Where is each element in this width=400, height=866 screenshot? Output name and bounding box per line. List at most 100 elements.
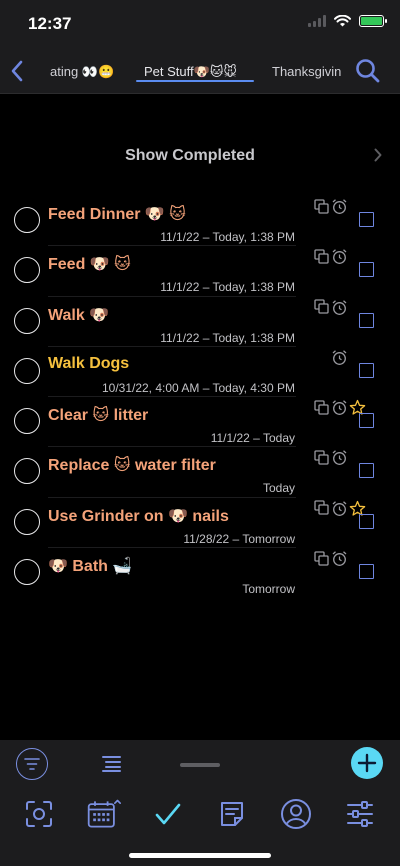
task-title: 🐶 Bath 🛁 [48, 558, 133, 576]
drag-handle[interactable] [180, 763, 220, 767]
task-date: Today [262, 481, 295, 496]
status-bar: 12:37 [0, 0, 400, 48]
task-title: Use Grinder on 🐶 nails [48, 507, 229, 525]
alarm-clock-icon [332, 551, 347, 567]
chevron-right-icon [374, 148, 382, 162]
select-checkbox[interactable] [359, 262, 374, 278]
task-date: 11/1/22 – Today, 1:38 PM [160, 330, 295, 345]
alarm-clock-icon [332, 400, 347, 416]
show-completed-label: Show Completed [125, 147, 255, 164]
list-view-button[interactable] [100, 754, 124, 777]
nav-bar: ating 👀😬 Pet Stuff🐶🐱🐭 Thanksgivin [0, 48, 400, 94]
alarm-clock-icon [332, 249, 347, 265]
list-icon [102, 756, 121, 772]
select-checkbox[interactable] [359, 362, 374, 378]
wifi-icon [334, 15, 351, 27]
task-row[interactable]: Walk 🐶 11/1/22 – Today, 1:38 PM [0, 297, 400, 347]
task-title: Feed 🐶 🐱 [48, 256, 131, 274]
task-row[interactable]: Clear 🐱 litter 11/1/22 – Today [0, 397, 400, 448]
alarm-clock-icon [332, 299, 347, 315]
settings-button[interactable] [342, 796, 378, 832]
search-button[interactable] [354, 57, 382, 85]
task-title: Walk 🐶 [48, 306, 110, 324]
copy-icon [314, 198, 329, 214]
calendar-icon [87, 799, 122, 828]
task-date: 10/31/22, 4:00 AM – Today, 4:30 PM [101, 380, 295, 395]
focus-button[interactable] [21, 796, 57, 832]
copy-icon [314, 249, 329, 264]
list-tabs: ating 👀😬 Pet Stuff🐶🐱🐭 Thanksgivin [30, 48, 346, 94]
status-icons [308, 15, 387, 27]
sliders-icon [347, 801, 373, 827]
show-completed-row[interactable]: Show Completed [0, 140, 400, 170]
task-row[interactable]: Feed 🐶 🐱 11/1/22 – Today, 1:38 PM [0, 246, 400, 297]
task-row[interactable]: Use Grinder on 🐶 nails 11/28/22 – Tomorr… [0, 498, 400, 549]
task-indicators [314, 299, 348, 316]
completed-button[interactable] [150, 796, 186, 832]
task-date: 11/1/22 – Today, 1:38 PM [160, 280, 295, 295]
calendar-button[interactable] [86, 796, 122, 832]
back-chevron-icon [11, 60, 23, 82]
tab-thanksgiving[interactable]: Thanksgivin [272, 64, 341, 79]
task-title: Walk Dogs [48, 354, 130, 372]
focus-scan-icon [26, 801, 52, 827]
copy-icon [314, 299, 329, 314]
note-icon [221, 802, 243, 826]
select-checkbox[interactable] [359, 564, 374, 580]
profile-button[interactable] [278, 796, 314, 832]
tab-previous[interactable]: ating 👀😬 [50, 64, 114, 80]
task-title: Replace 🐱 water filter [48, 457, 216, 475]
notes-button[interactable] [214, 796, 250, 832]
task-title: Clear 🐱 litter [48, 407, 149, 425]
search-icon [356, 59, 380, 83]
task-date: 11/28/22 – Tomorrow [183, 531, 295, 546]
add-task-button[interactable] [351, 747, 383, 779]
complete-circle-button[interactable] [14, 408, 40, 435]
task-date: Tomorrow [242, 582, 295, 597]
status-time: 12:37 [28, 14, 72, 33]
alarm-clock-icon [332, 350, 347, 365]
copy-icon [314, 500, 329, 515]
task-indicators [331, 349, 348, 366]
task-list: Feed Dinner 🐶 🐱 11/1/22 – Today, 1:38 PM… [0, 196, 400, 598]
alarm-clock-icon [332, 450, 347, 466]
filter-button[interactable] [16, 748, 48, 780]
complete-circle-button[interactable] [14, 257, 40, 284]
task-indicators [314, 449, 348, 466]
complete-circle-button[interactable] [14, 357, 40, 384]
back-button[interactable] [4, 56, 30, 86]
task-title: Feed Dinner 🐶 🐱 [48, 206, 186, 223]
copy-icon [314, 550, 329, 566]
select-checkbox[interactable] [359, 463, 374, 479]
complete-circle-button[interactable] [14, 559, 40, 586]
alarm-clock-icon [332, 501, 347, 516]
cellular-signal-icon [308, 15, 326, 27]
task-row[interactable]: Feed Dinner 🐶 🐱 11/1/22 – Today, 1:38 PM [0, 196, 400, 247]
complete-circle-button[interactable] [14, 307, 40, 334]
copy-icon [314, 450, 329, 465]
task-indicators [314, 248, 348, 265]
task-row[interactable]: Walk Dogs 10/31/22, 4:00 AM – Today, 4:3… [0, 347, 400, 398]
filter-icon [24, 758, 40, 770]
bottom-bar [0, 740, 400, 866]
task-indicators [314, 198, 348, 215]
select-checkbox[interactable] [359, 513, 374, 529]
select-checkbox[interactable] [359, 212, 374, 227]
active-tab-indicator [136, 80, 254, 82]
task-indicators [314, 550, 348, 567]
task-date: 11/1/22 – Today, 1:38 PM [160, 230, 295, 244]
task-row[interactable]: 🐶 Bath 🛁 Tomorrow [0, 548, 400, 598]
toolbar [0, 796, 400, 832]
complete-circle-button[interactable] [14, 207, 40, 233]
complete-circle-button[interactable] [14, 458, 40, 485]
alarm-clock-icon [332, 199, 347, 214]
checkmark-icon [155, 803, 181, 825]
tab-pet-stuff[interactable]: Pet Stuff🐶🐱🐭 [144, 64, 237, 80]
task-row[interactable]: Replace 🐱 water filter Today [0, 447, 400, 498]
person-icon [281, 799, 311, 829]
select-checkbox[interactable] [359, 413, 374, 429]
complete-circle-button[interactable] [14, 508, 40, 535]
battery-icon [359, 15, 387, 27]
task-date: 11/1/22 – Today [210, 431, 295, 446]
select-checkbox[interactable] [359, 312, 374, 328]
